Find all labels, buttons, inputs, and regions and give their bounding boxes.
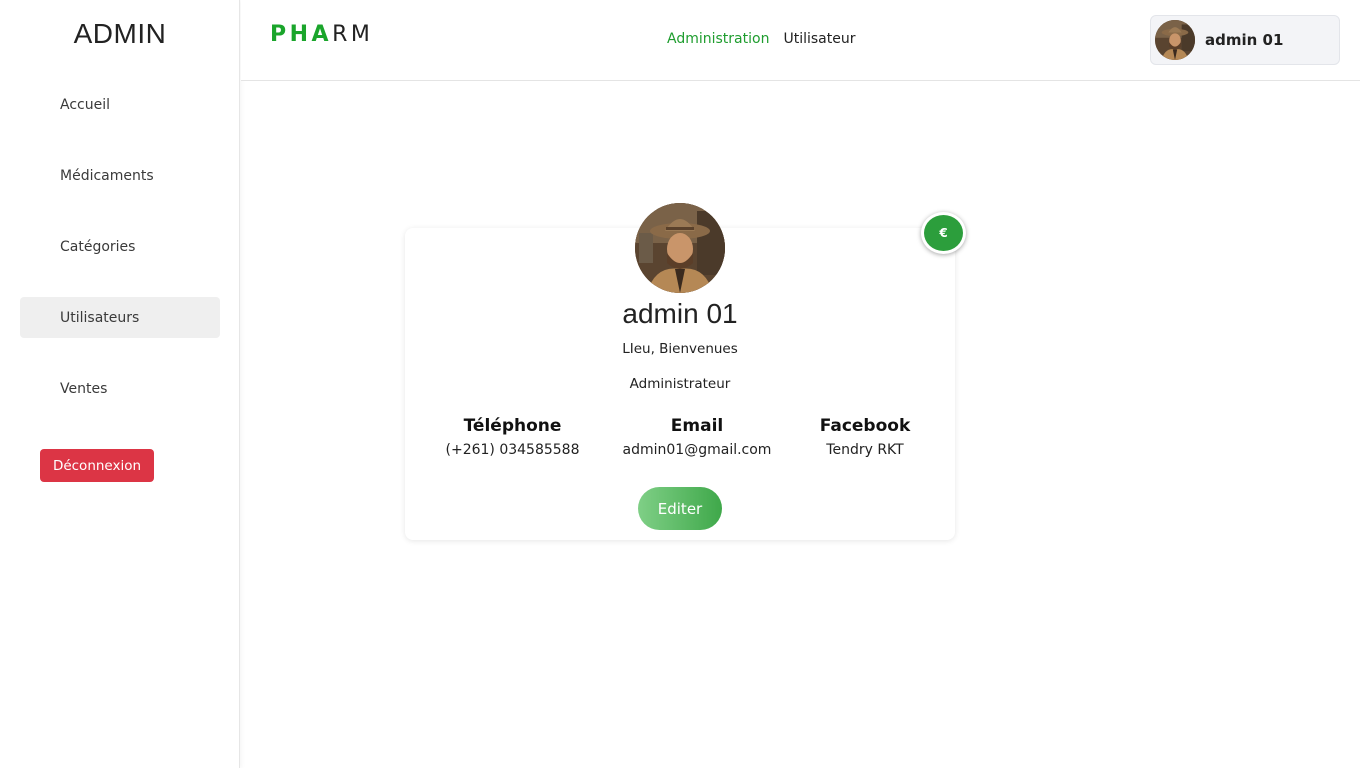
profile-card: admin 01 LIeu, Bienvenues Administrateur… — [405, 203, 955, 540]
logo-dark-part: RM — [332, 22, 374, 47]
sidebar-item-label: Accueil — [60, 96, 110, 113]
sidebar-item-utilisateurs[interactable]: Utilisateurs — [20, 297, 220, 338]
topbar: PHARM Administration Utilisateur admin 0… — [241, 0, 1360, 81]
user-menu[interactable]: admin 01 — [1150, 15, 1340, 65]
edit-button[interactable]: Editer — [638, 487, 722, 530]
top-nav: Administration Utilisateur — [667, 31, 855, 47]
sidebar-item-label: Médicaments — [60, 167, 154, 184]
email-label: Email — [670, 416, 724, 436]
avatar-portrait-icon — [1155, 20, 1195, 60]
sidebar-item-accueil[interactable]: Accueil — [20, 84, 220, 125]
app-logo[interactable]: PHARM — [270, 22, 373, 47]
profile-greeting: LIeu, Bienvenues — [622, 341, 738, 357]
logo-green-part: PHA — [270, 22, 333, 47]
facebook-label: Facebook — [819, 416, 911, 436]
sidebar: ADMIN Accueil Médicaments Catégories Uti… — [0, 0, 240, 768]
email-value: admin01@gmail.com — [622, 442, 772, 458]
phone-info: Téléphone (+261) 034585588 — [445, 416, 580, 458]
phone-value: (+261) 034585588 — [445, 442, 580, 458]
profile-name: admin 01 — [622, 298, 738, 329]
logout-button[interactable]: Déconnexion — [40, 449, 154, 482]
sidebar-brand: ADMIN — [73, 18, 167, 49]
avatar — [1155, 20, 1195, 60]
phone-label: Téléphone — [463, 416, 562, 436]
facebook-info: Facebook Tendry RKT — [810, 416, 920, 458]
facebook-value: Tendry RKT — [826, 442, 904, 458]
sidebar-item-ventes[interactable]: Ventes — [20, 368, 220, 409]
sidebar-item-label: Utilisateurs — [60, 309, 140, 326]
euro-icon: € — [939, 226, 948, 240]
sidebar-item-categories[interactable]: Catégories — [20, 226, 220, 267]
user-menu-name: admin 01 — [1205, 31, 1284, 49]
sidebar-item-label: Catégories — [60, 238, 136, 255]
sidebar-item-medicaments[interactable]: Médicaments — [20, 155, 220, 196]
profile-avatar — [635, 203, 725, 293]
euro-fab-button[interactable]: € — [921, 212, 966, 254]
sidebar-item-label: Ventes — [60, 380, 108, 397]
nav-link-utilisateur[interactable]: Utilisateur — [783, 31, 855, 47]
profile-role: Administrateur — [629, 376, 731, 392]
email-info: Email admin01@gmail.com — [617, 416, 777, 458]
nav-link-administration[interactable]: Administration — [667, 31, 769, 47]
avatar-portrait-icon — [635, 203, 725, 293]
